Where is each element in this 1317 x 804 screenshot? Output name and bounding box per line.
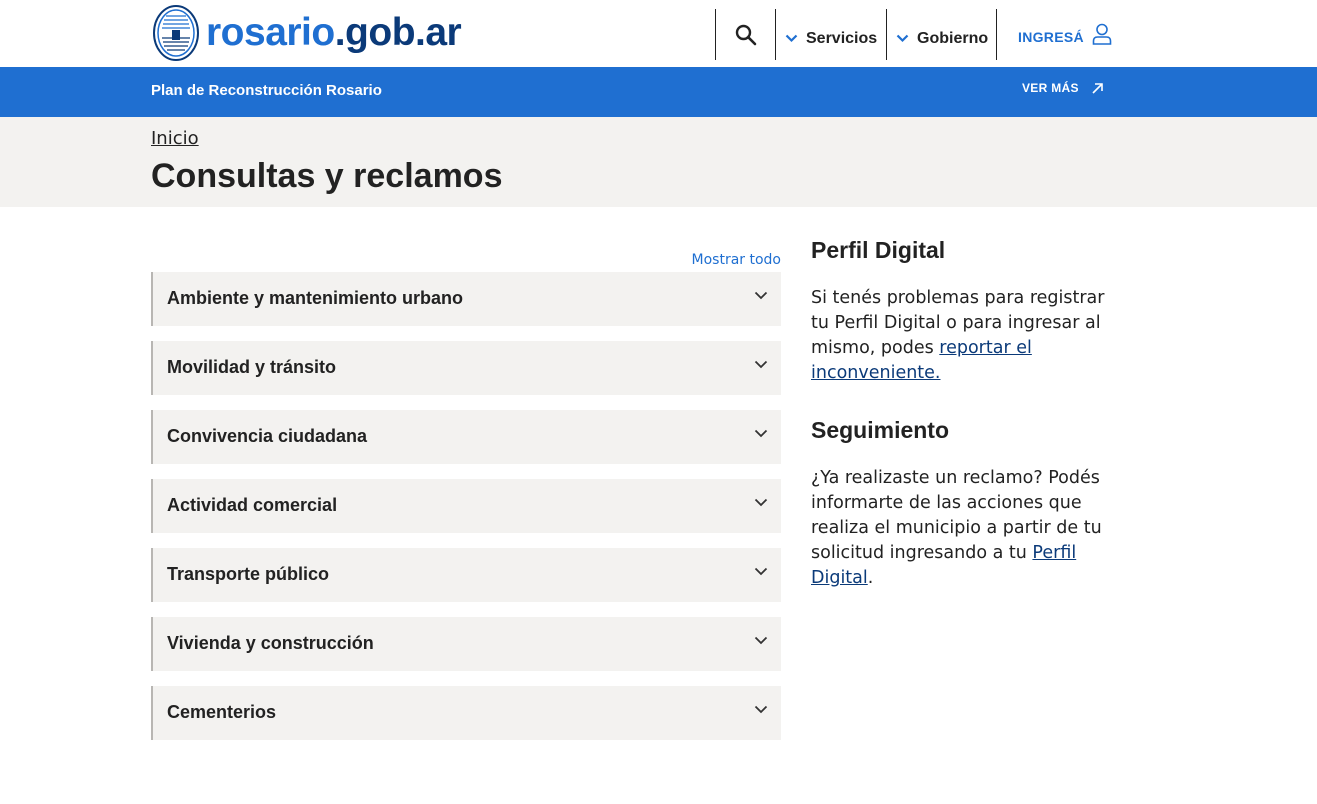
nav-gobierno[interactable]: Gobierno — [886, 9, 997, 60]
user-icon — [1092, 23, 1112, 45]
accordion-item-vivienda[interactable]: Vivienda y construcción — [151, 617, 781, 671]
site-header: rosario.gob.ar Servicios Gobierno INGRES… — [0, 0, 1317, 67]
accordion-item-label: Ambiente y mantenimiento urbano — [167, 288, 464, 308]
logo-wordmark: rosario.gob.ar — [206, 4, 462, 62]
login-button[interactable]: INGRESÁ — [1018, 23, 1112, 45]
reconstruction-banner: Plan de Reconstrucción Rosario VER MÁS — [0, 67, 1317, 117]
accordion-item-transporte[interactable]: Transporte público — [151, 548, 781, 602]
breadcrumb-home[interactable]: Inicio — [151, 128, 199, 149]
page-header: Inicio Consultas y reclamos — [0, 117, 1317, 207]
accordion-item-label: Convivencia ciudadana — [167, 426, 368, 446]
accordion-item-cementerios[interactable]: Cementerios — [151, 686, 781, 740]
perfil-digital-heading: Perfil Digital — [811, 237, 946, 263]
city-seal-icon — [153, 5, 199, 61]
seguimiento-text: ¿Ya realizaste un reclamo? Podés informa… — [811, 466, 1111, 591]
chevron-down-icon — [754, 705, 768, 714]
arrow-up-right-icon — [1092, 82, 1103, 94]
search-icon — [735, 24, 756, 45]
accordion-item-ambiente[interactable]: Ambiente y mantenimiento urbano — [151, 272, 781, 326]
accordion-item-label: Transporte público — [167, 564, 330, 584]
logo-domain: .gob.ar — [334, 11, 462, 54]
page-title: Consultas y reclamos — [151, 157, 503, 195]
accordion-item-label: Cementerios — [167, 702, 277, 722]
see-more-label: VER MÁS — [1022, 81, 1079, 95]
logo-main: rosario — [206, 11, 335, 54]
login-label: INGRESÁ — [1018, 29, 1084, 45]
chevron-down-icon — [754, 498, 768, 507]
accordion-item-label: Vivienda y construcción — [167, 633, 374, 653]
see-more-link[interactable]: VER MÁS — [1022, 81, 1104, 95]
category-accordion: Ambiente y mantenimiento urbano Movilida… — [151, 272, 781, 755]
accordion-item-convivencia[interactable]: Convivencia ciudadana — [151, 410, 781, 464]
chevron-down-icon — [754, 360, 768, 369]
perfil-digital-section: Perfil Digital Si tenés problemas para r… — [811, 237, 1111, 386]
accordion-item-movilidad[interactable]: Movilidad y tránsito — [151, 341, 781, 395]
chevron-down-icon — [754, 291, 768, 300]
chevron-down-icon — [896, 34, 909, 43]
chevron-down-icon — [785, 34, 798, 43]
site-logo[interactable]: rosario.gob.ar — [152, 4, 462, 62]
nav-servicios-label: Servicios — [806, 29, 878, 47]
chevron-down-icon — [754, 429, 768, 438]
accordion-item-label: Movilidad y tránsito — [167, 357, 337, 377]
show-all-button[interactable]: Mostrar todo — [691, 252, 781, 268]
search-button[interactable] — [715, 9, 775, 60]
banner-title: Plan de Reconstrucción Rosario — [151, 82, 382, 99]
seguimiento-suffix: . — [867, 568, 874, 588]
nav-servicios[interactable]: Servicios — [775, 9, 886, 60]
chevron-down-icon — [754, 567, 768, 576]
chevron-down-icon — [754, 636, 768, 645]
perfil-digital-text: Si tenés problemas para registrar tu Per… — [811, 286, 1111, 386]
accordion-item-label: Actividad comercial — [167, 495, 338, 515]
nav-gobierno-label: Gobierno — [917, 29, 989, 47]
accordion-item-actividad-comercial[interactable]: Actividad comercial — [151, 479, 781, 533]
seguimiento-section: Seguimiento ¿Ya realizaste un reclamo? P… — [811, 417, 1111, 591]
seguimiento-heading: Seguimiento — [811, 417, 950, 443]
